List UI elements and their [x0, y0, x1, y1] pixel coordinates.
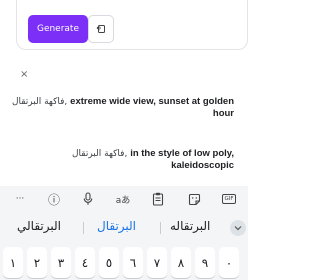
candidate-divider — [83, 222, 84, 234]
suggestion-text: extreme wide view, sunset at golden hour — [70, 96, 234, 119]
suggestion-text: in the style of low poly, kaleidoscopic — [130, 148, 234, 171]
candidate-word[interactable]: البرتقالي — [17, 219, 61, 233]
key-digit[interactable]: ٧ — [147, 247, 167, 278]
key-digit[interactable]: ٢ — [27, 247, 47, 278]
key-digit[interactable]: ٥ — [99, 247, 119, 278]
keyboard: ··· ⓘ aあ GIF البرتقالي البرتقال البرتقال… — [0, 186, 248, 280]
keyboard-toolbar: ··· ⓘ aあ GIF — [0, 186, 248, 212]
chevron-down-icon[interactable] — [230, 220, 246, 236]
suggestion-item[interactable]: فاكهة البرتقال, in the style of low poly… — [24, 148, 234, 172]
translate-icon[interactable]: aあ — [114, 191, 132, 207]
key-digit[interactable]: ٤ — [75, 247, 95, 278]
gif-icon[interactable]: GIF — [220, 191, 238, 207]
key-digit[interactable]: ٠ — [219, 247, 239, 278]
suggestion-prefix: فاكهة البرتقال, — [11, 97, 68, 107]
candidate-bar: البرتقالي البرتقال البرتقاله — [0, 213, 248, 243]
clipboard-icon[interactable] — [150, 191, 166, 207]
candidate-word-selected[interactable]: البرتقال — [97, 219, 136, 233]
candidate-divider — [160, 222, 161, 234]
gif-label: GIF — [221, 194, 237, 204]
mic-icon[interactable] — [80, 191, 96, 207]
info-icon[interactable]: ⓘ — [46, 191, 62, 207]
suggestion-prefix: فاكهة البرتقال, — [72, 149, 128, 159]
key-digit[interactable]: ٨ — [171, 247, 191, 278]
reuse-icon — [96, 25, 105, 33]
key-digit[interactable]: ٣ — [51, 247, 71, 278]
key-digit[interactable]: ١ — [3, 247, 23, 278]
suggestion-item[interactable]: فاكهة البرتقال, extreme wide view, sunse… — [0, 96, 234, 120]
digit-row: ١ ٢ ٣ ٤ ٥ ٦ ٧ ٨ ٩ ٠ — [0, 244, 248, 280]
sticker-icon[interactable] — [186, 191, 202, 207]
close-button[interactable]: × — [20, 69, 28, 80]
key-digit[interactable]: ٦ — [123, 247, 143, 278]
more-icon[interactable]: ··· — [12, 191, 28, 207]
key-digit[interactable]: ٩ — [195, 247, 215, 278]
generate-button[interactable]: Generate — [28, 15, 88, 43]
reuse-prompt-button[interactable] — [88, 15, 114, 43]
candidate-word[interactable]: البرتقاله — [170, 219, 210, 233]
